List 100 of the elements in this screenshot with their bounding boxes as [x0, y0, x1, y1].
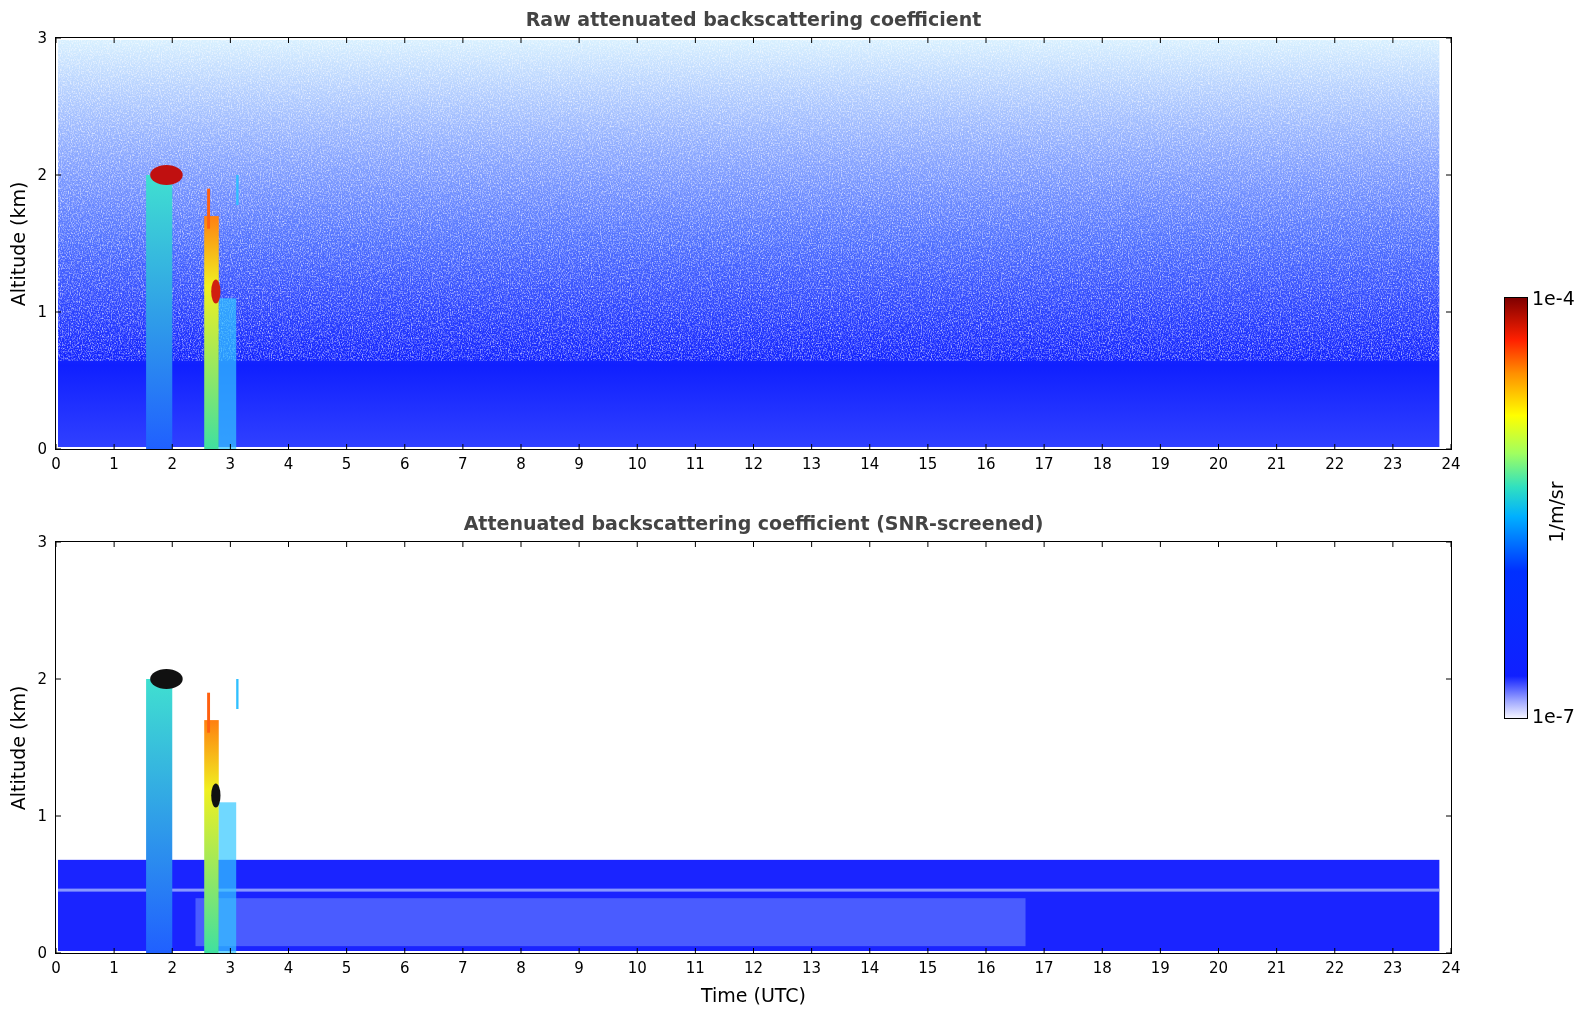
tick-mark: [1218, 37, 1219, 44]
tick-mark: [811, 443, 813, 450]
tick-mark: [346, 947, 348, 954]
tick-mark: [171, 37, 173, 44]
cloud-streak: [207, 692, 211, 733]
tick-mark: [113, 37, 115, 44]
y-axis-label: Altitude (km): [7, 180, 29, 308]
tick-mark: [985, 541, 987, 548]
tick-mark: [1276, 947, 1278, 954]
tick-mark: [636, 947, 638, 954]
tick-mark: [1159, 947, 1161, 954]
tick-mark: [55, 678, 62, 680]
tick-mark: [462, 947, 464, 954]
tick-mark: [1101, 541, 1103, 548]
y-tick-label: 0: [37, 440, 47, 458]
x-tick-label: 21: [1267, 455, 1287, 473]
cloud-patch: [211, 279, 221, 304]
x-tick-label: 16: [976, 959, 996, 977]
y-tick-label: 1: [37, 303, 47, 321]
x-tick-label: 18: [1092, 959, 1112, 977]
tick-mark: [288, 443, 289, 450]
tick-mark: [288, 541, 289, 548]
chart-title: Attenuated backscattering coefficient (SNR-screened): [462, 511, 1045, 534]
x-tick-label: 15: [918, 455, 938, 473]
tick-mark: [1445, 678, 1452, 680]
x-tick-label: 8: [516, 959, 526, 977]
tick-mark: [927, 37, 929, 44]
tick-mark: [462, 541, 464, 548]
cloud-patch: [150, 165, 183, 185]
tick-mark: [1218, 443, 1219, 450]
x-tick-label: 10: [627, 959, 647, 977]
colorbar-tick-label: 1e-7: [1532, 705, 1575, 727]
tick-mark: [927, 541, 929, 548]
x-tick-label: 6: [400, 959, 410, 977]
x-tick-label: 19: [1150, 455, 1170, 473]
x-tick-label: 10: [627, 455, 647, 473]
tick-mark: [55, 174, 62, 176]
cloud-streak: [236, 679, 239, 709]
tick-mark: [1101, 37, 1103, 44]
tick-mark: [578, 443, 580, 450]
tick-mark: [869, 541, 871, 548]
x-tick-label: 18: [1092, 455, 1112, 473]
tick-mark: [1445, 174, 1452, 176]
tick-mark: [1334, 37, 1336, 44]
x-tick-label: 0: [51, 455, 61, 473]
x-tick-label: 4: [283, 455, 294, 473]
tick-mark: [1043, 443, 1045, 450]
tick-mark: [636, 443, 638, 450]
tick-mark: [811, 37, 813, 44]
x-tick-label: 7: [458, 455, 468, 473]
tick-mark: [694, 541, 696, 548]
tick-mark: [636, 37, 638, 44]
tick-mark: [1043, 37, 1045, 44]
x-tick-label: 11: [685, 959, 705, 977]
tick-mark: [404, 37, 406, 44]
cloud-streak: [207, 188, 211, 229]
tick-mark: [404, 443, 406, 450]
tick-mark: [346, 541, 348, 548]
chart-title: Raw attenuated backscattering coefficient: [524, 7, 983, 30]
tick-mark: [927, 443, 929, 450]
x-tick-label: 7: [458, 959, 468, 977]
x-tick-label: 16: [976, 455, 996, 473]
x-tick-label: 12: [743, 959, 764, 977]
tick-mark: [694, 443, 696, 450]
x-tick-label: 11: [685, 455, 705, 473]
tick-mark: [462, 37, 464, 44]
tick-mark: [520, 541, 522, 548]
tick-mark: [288, 947, 289, 954]
tick-mark: [694, 947, 696, 954]
x-tick-label: 9: [574, 959, 584, 977]
x-tick-label: 5: [341, 959, 352, 977]
tick-mark: [171, 443, 173, 450]
tick-mark: [55, 311, 62, 313]
x-tick-label: 4: [283, 959, 294, 977]
tick-mark: [1392, 947, 1394, 954]
x-tick-label: 20: [1208, 959, 1229, 977]
x-tick-label: 19: [1150, 959, 1170, 977]
tick-mark: [985, 443, 987, 450]
tick-mark: [1276, 443, 1278, 450]
tick-mark: [869, 37, 871, 44]
tick-mark: [346, 443, 348, 450]
x-tick-label: 1: [109, 455, 119, 473]
tick-mark: [1392, 541, 1394, 548]
tick-mark: [1276, 541, 1278, 548]
tick-mark: [229, 37, 231, 44]
tick-mark: [578, 947, 580, 954]
tick-mark: [1101, 947, 1103, 954]
tick-mark: [1043, 541, 1045, 548]
tick-mark: [520, 443, 522, 450]
tick-mark: [1334, 541, 1336, 548]
tick-mark: [113, 443, 115, 450]
tick-mark: [753, 541, 754, 548]
tick-mark: [869, 443, 871, 450]
x-tick-label: 2: [167, 959, 177, 977]
y-tick-label: 3: [37, 533, 47, 551]
x-tick-label: 21: [1267, 959, 1287, 977]
tick-mark: [1218, 947, 1219, 954]
x-tick-label: 24: [1441, 959, 1461, 977]
x-tick-label: 3: [225, 959, 236, 977]
x-tick-label: 8: [516, 455, 526, 473]
